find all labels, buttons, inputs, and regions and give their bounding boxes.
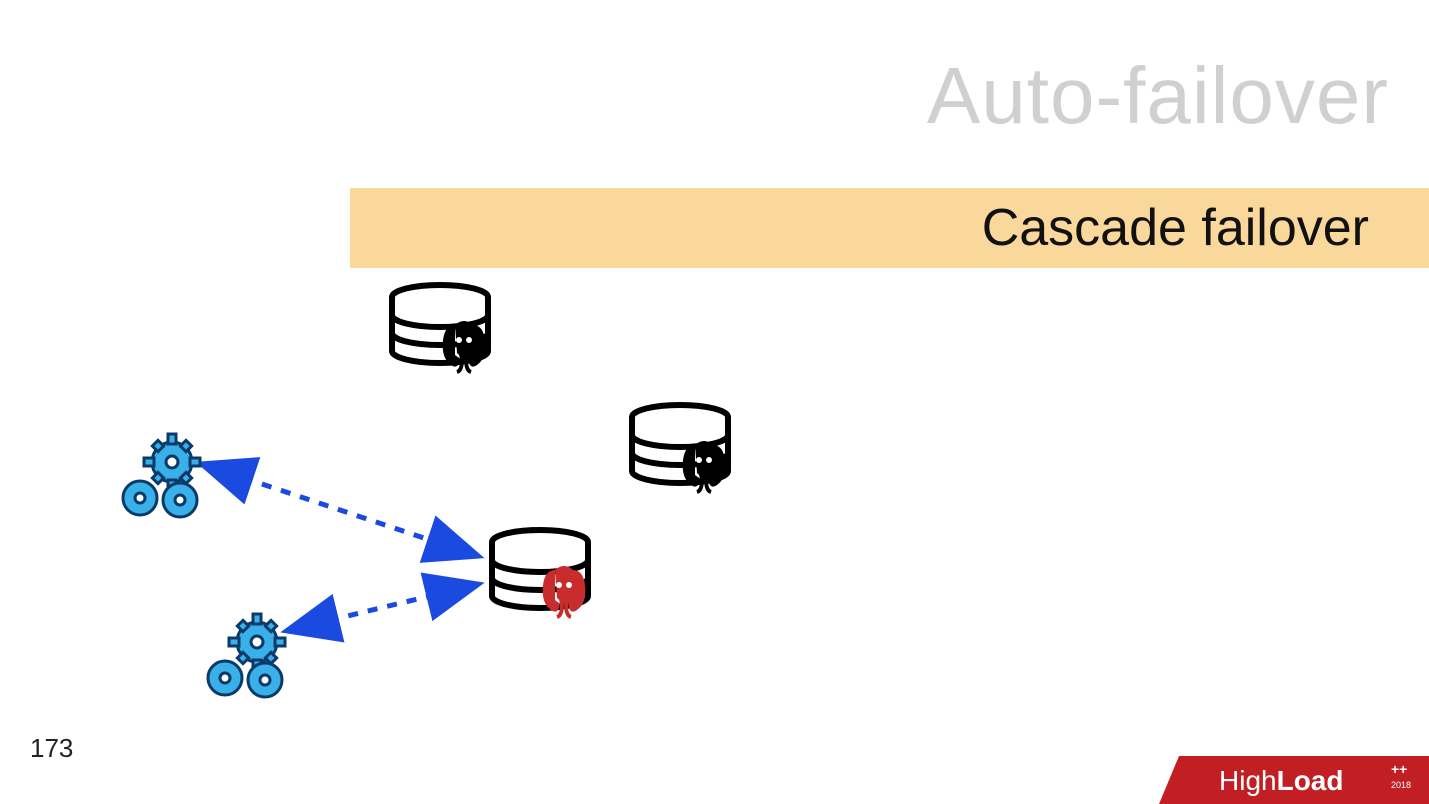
gears-icon-bottom: [208, 614, 285, 697]
database-icon-top: [392, 285, 488, 372]
logo-text-bold: Load: [1277, 765, 1344, 796]
logo-suffix: ++: [1391, 761, 1407, 777]
database-icon-right: [632, 405, 728, 492]
slide: Auto-failover Cascade failover: [0, 0, 1429, 804]
page-number: 173: [30, 733, 73, 764]
logo-year: 2018: [1391, 780, 1411, 790]
database-icon-center: [492, 530, 588, 617]
gears-icon-top: [123, 434, 200, 517]
logo-text-light: High: [1219, 765, 1277, 796]
subtitle-text: Cascade failover: [982, 198, 1369, 258]
arrow-gears-top-to-db: [205, 465, 475, 555]
highload-logo: HighLoad ++ 2018: [1159, 748, 1429, 804]
subtitle-bar: Cascade failover: [350, 188, 1429, 268]
svg-text:HighLoad: HighLoad: [1219, 765, 1343, 796]
arrow-gears-bot-to-db: [290, 585, 475, 630]
slide-title: Auto-failover: [927, 50, 1389, 142]
